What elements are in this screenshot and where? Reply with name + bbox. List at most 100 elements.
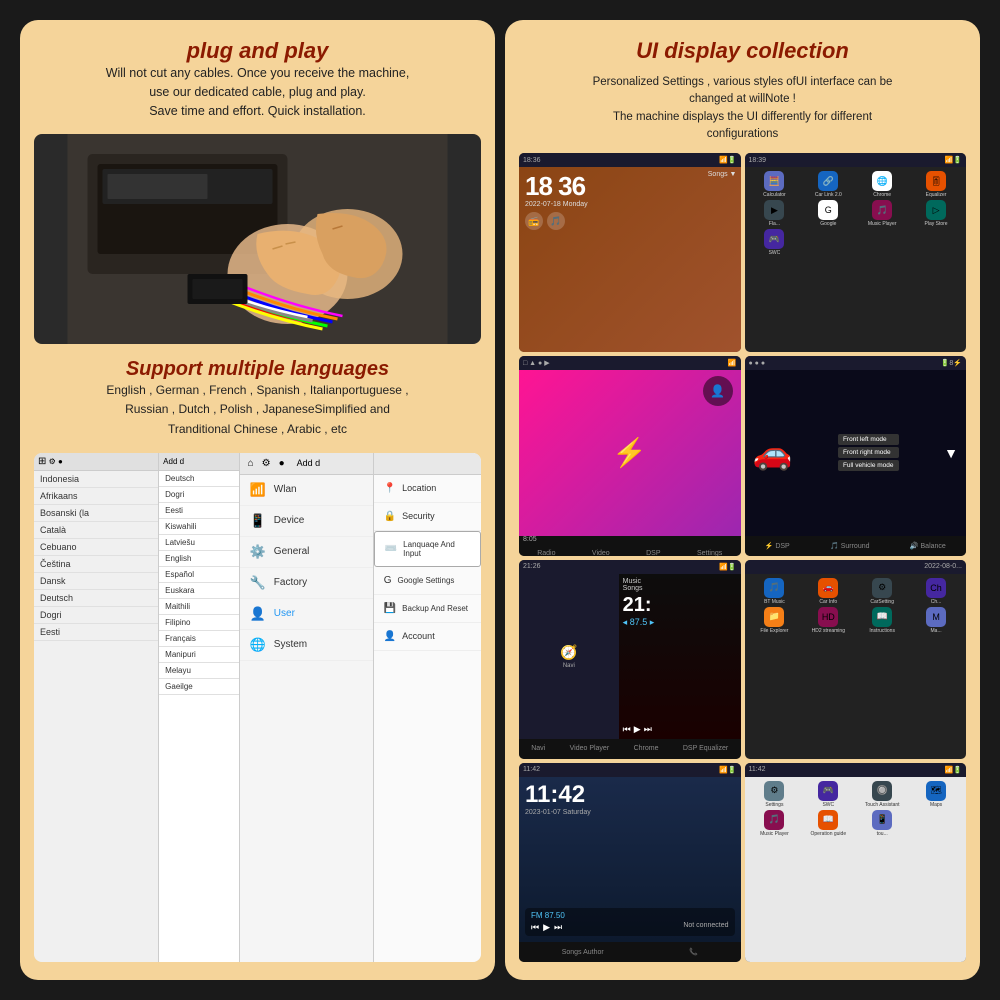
set-lbl: Settings (765, 802, 783, 808)
dsp-label[interactable]: ⚡ DSP (765, 542, 790, 550)
lang-item-2: Filipino (159, 615, 238, 631)
plug-title: plug and play (34, 38, 481, 64)
settings-account[interactable]: 👤 Account (374, 623, 481, 651)
apps-grid-1: 🧮 Calculator 🔗 Car Link 2.0 🌐 Chrome 🎚 E… (745, 167, 967, 352)
music2-ico: 🎵 (764, 810, 784, 830)
lang-item-2: Maithili (159, 599, 238, 615)
settings-security[interactable]: 🔒 Security (374, 503, 481, 531)
music-info-area: MusicSongs 21: ◂ 87.5 ▸ ⏮ ▶ ⏭ (619, 574, 741, 739)
settings-app-map: 🗺 Maps (910, 781, 962, 808)
play-btn[interactable]: ▶ (634, 724, 641, 735)
phone-btn[interactable]: 📞 (689, 948, 698, 956)
cell-header-2: 18:39📶🔋 (745, 153, 967, 167)
app-lbl: Fla... (769, 221, 780, 227)
map-ico: 🗺 (926, 781, 946, 801)
cell-header-4: ● ● ●🔋8⚡ (745, 356, 967, 370)
surround-label[interactable]: 🎵 Surround (830, 542, 869, 550)
set-lbl: Maps (930, 802, 942, 808)
settings-general[interactable]: ⚙️ General (240, 537, 373, 568)
app-ma: M Ma... (910, 607, 962, 634)
ui-cell-apps2: 2022-08-0... 🎵 BT Music 🚗 Car Info ⚙ Car… (745, 560, 967, 759)
songs-area: Songs ▼ (594, 167, 741, 352)
settings-google[interactable]: G Google Settings (374, 567, 481, 595)
navi-btn[interactable]: Navi (531, 745, 545, 752)
settings-device[interactable]: 📱 Device (240, 506, 373, 537)
app-lbl: Ch... (931, 599, 942, 605)
settings-wlan[interactable]: 📶 Wlan (240, 475, 373, 506)
instructions-icon: 📖 (872, 607, 892, 627)
settings-user[interactable]: 👤 User (240, 599, 373, 630)
clock-content: 18 36 2022-07-18 Monday 📻 🎵 Songs ▼ (519, 167, 741, 352)
front-left-mode[interactable]: Front left mode (838, 434, 899, 445)
app-lbl: Chrome (873, 192, 891, 198)
bt-time: 8:05 (519, 536, 741, 544)
lang-item-2: Manipuri (159, 647, 238, 663)
video-btn-3[interactable]: Video (592, 550, 610, 556)
songs-btn[interactable]: Songs Author (562, 949, 604, 956)
chrome-btn[interactable]: Chrome (634, 745, 659, 752)
lang-item-2: Latviešu (159, 535, 238, 551)
lang-item: Čeština (34, 556, 158, 573)
lang-item: Dansk (34, 573, 158, 590)
app-swc: 🎮 SWC (749, 229, 801, 256)
settings-location[interactable]: 📍 Location (374, 475, 481, 503)
settings-factory[interactable]: 🔧 Factory (240, 568, 373, 599)
settings-app-music: 🎵 Music Player (749, 810, 801, 837)
lang-item-2: Français (159, 631, 238, 647)
settings-system[interactable]: 🌐 System (240, 630, 373, 661)
app-lbl: Car Info (819, 599, 837, 605)
lang-item: Català (34, 522, 158, 539)
arrow-down-icon: ▼ (944, 445, 958, 461)
app-google: G Google (802, 200, 854, 227)
balance-label[interactable]: 🔊 Balance (910, 542, 946, 550)
set-lbl: Touch Assistant (865, 802, 900, 808)
left-panel: plug and play Will not cut any cables. O… (20, 20, 495, 980)
next-btn-2[interactable]: ⏭ (554, 922, 562, 933)
dsp-eq-btn[interactable]: DSP Equalizer (683, 745, 728, 752)
settings-language-input[interactable]: ⌨️ Lanquaqe And Input (374, 531, 481, 567)
music-freq: ◂ 87.5 ▸ (623, 617, 737, 628)
prev-btn[interactable]: ⏮ (623, 724, 631, 735)
ui-cell-clock2: 11:42📶🔋 11:42 2023-01-07 Saturday FM 87.… (519, 763, 741, 962)
radio-btn-3[interactable]: Radio (537, 550, 555, 556)
settings-app-guide: 📖 Operation guide (802, 810, 854, 837)
not-connected: Not connected (683, 922, 728, 933)
videoplayer-btn[interactable]: Video Player (570, 745, 610, 752)
right-panel: UI display collection Personalized Setti… (505, 20, 980, 980)
play-btn-2[interactable]: ▶ (543, 922, 550, 933)
app-lbl: Music Player (868, 221, 897, 227)
full-vehicle-mode[interactable]: Full vehicle mode (838, 460, 899, 471)
clock2-date: 2023-01-07 Saturday (525, 809, 735, 816)
lang-item-2: Kiswahili (159, 519, 238, 535)
bluetooth-symbol: ⚡ (612, 436, 647, 469)
ui-collection-body: Personalized Settings , various styles o… (519, 74, 966, 143)
swc-icon: 🎮 (764, 229, 784, 249)
ui-cell-car-dsp: ● ● ●🔋8⚡ 🚗 Front left mode Front right m… (745, 356, 967, 555)
settings-btn-3[interactable]: Settings (697, 550, 722, 556)
lang-item: Bosanski (la (34, 505, 158, 522)
clock2-time: 11:42 (525, 783, 735, 807)
calculator-icon: 🧮 (764, 171, 784, 191)
google-icon: G (818, 200, 838, 220)
ui-collection-title: UI display collection (519, 38, 966, 64)
lang-item: Dogri (34, 607, 158, 624)
app-fileexplorer: 📁 File Explorer (749, 607, 801, 634)
prev-btn-2[interactable]: ⏮ (531, 922, 539, 933)
settings-right-panel: 📍 Location 🔒 Security ⌨️ Lanquaqe And In… (374, 453, 481, 962)
lang-item-2: Español (159, 567, 238, 583)
ui-cell-bluetooth: □ ▲ ● ▶📶 ⚡ 👤 8:05 Radio Video DSP Settin… (519, 356, 741, 555)
fm-bar: FM 87.50 ⏮ ▶ ⏭ Not connected (525, 908, 735, 936)
car-modes-list: Front left mode Front right mode Full ve… (838, 434, 899, 471)
swc2-ico: 🎮 (818, 781, 838, 801)
front-right-mode[interactable]: Front right mode (838, 447, 899, 458)
app-equalizer: 🎚 Equalizer (910, 171, 962, 198)
dsp-btn-3[interactable]: DSP (646, 550, 660, 556)
settings-backup[interactable]: 💾 Backup And Reset (374, 595, 481, 623)
cell-header-8: 11:42📶🔋 (745, 763, 967, 777)
app-lbl: Instructions (869, 628, 895, 634)
lang-list-items: Indonesia Afrikaans Bosanski (la Català … (34, 471, 158, 641)
ch-icon: Ch (926, 578, 946, 598)
app-lbl: Calculator (763, 192, 786, 198)
lang-item: Deutsch (34, 590, 158, 607)
next-btn[interactable]: ⏭ (644, 724, 652, 735)
